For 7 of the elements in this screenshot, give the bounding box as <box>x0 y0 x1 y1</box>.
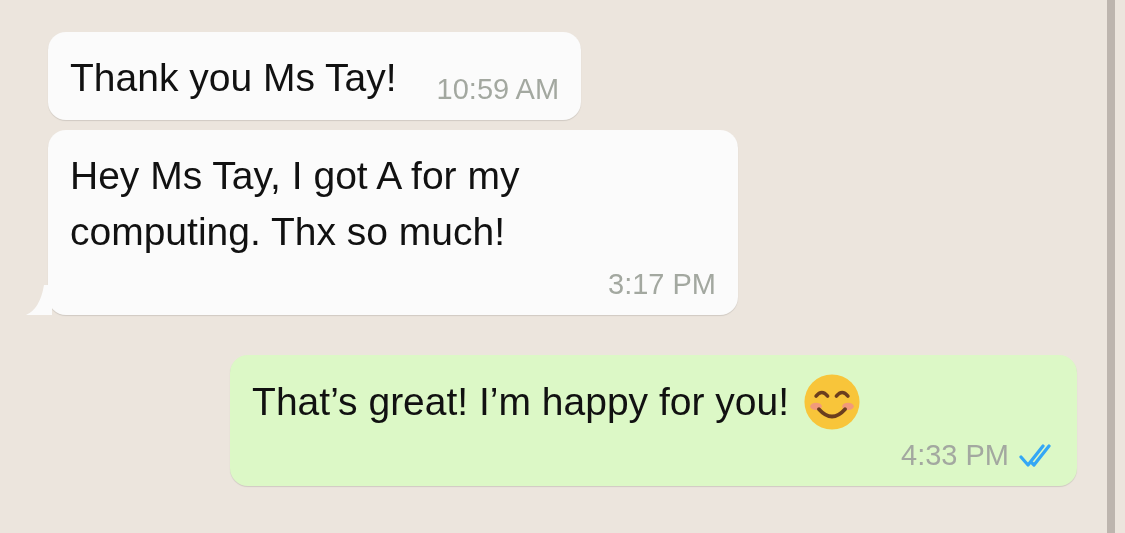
scroll-bar[interactable] <box>1107 0 1115 533</box>
message-time: 10:59 AM <box>436 73 560 106</box>
message-time: 4:33 PM <box>901 439 1009 472</box>
message-text: Thank you Ms Tay! <box>70 55 397 101</box>
message-text: Hey Ms Tay, I got A for my computing. Thx so much! <box>70 153 521 255</box>
message-time: 3:17 PM <box>608 268 716 301</box>
message-text: That’s great! I’m happy for you! <box>252 379 789 425</box>
